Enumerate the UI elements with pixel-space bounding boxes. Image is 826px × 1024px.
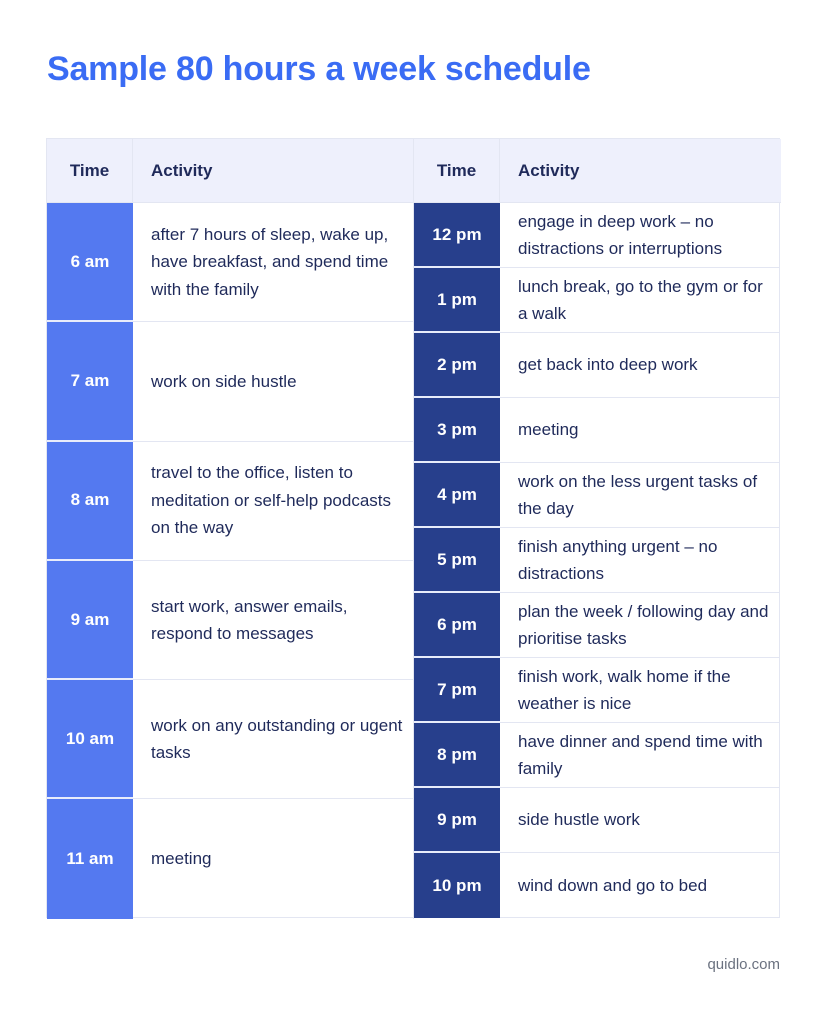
activity-cell: meeting xyxy=(500,398,780,463)
activity-cell: wind down and go to bed xyxy=(518,875,708,895)
table-row: 9 am start work, answer emails, respond t… xyxy=(47,560,414,681)
activity-cell: side hustle work xyxy=(500,788,780,853)
header-time: Time xyxy=(47,139,133,203)
table-row: 11 am meeting xyxy=(47,799,414,919)
activity-cell: meeting xyxy=(133,799,414,919)
activity-cell: travel to the office, listen to meditati… xyxy=(133,441,414,561)
time-cell: 8 pm xyxy=(414,723,500,788)
activity-cell: work on any outstanding or ugent tasks xyxy=(133,680,414,800)
activity-cell: work on side hustle xyxy=(133,322,414,442)
activity-cell: plan the week / following day and priori… xyxy=(500,593,780,658)
table-row: 10 am work on any outstanding or ugent ta… xyxy=(47,680,414,800)
table-row: 6 am after 7 hours of sleep, wake up, hav… xyxy=(47,203,414,323)
time-cell: 3 pm xyxy=(414,398,500,463)
header-activity: Activity xyxy=(133,139,414,203)
page-title: Sample 80 hours a week schedule xyxy=(47,50,591,88)
header-activity: Activity xyxy=(500,139,781,203)
table-row: 4 pm work on the less urgent tasks of the… xyxy=(414,463,780,528)
time-cell: 8 am xyxy=(47,441,133,561)
time-cell: 9 am xyxy=(47,560,133,681)
time-cell: 12 pm xyxy=(414,203,500,268)
activity-cell: after 7 hours of sleep, wake up, have br… xyxy=(133,203,414,323)
activity-cell: lunch break, go to the gym or for a walk xyxy=(500,268,780,333)
time-cell: 1 pm xyxy=(414,268,500,333)
time-cell: 9 pm xyxy=(414,788,500,853)
table-row: 3 pm meeting xyxy=(414,398,780,463)
footer-brand: quidlo.com xyxy=(707,956,780,973)
time-cell: 2 pm xyxy=(414,333,500,398)
header-time: Time xyxy=(414,139,500,203)
activity-cell: start work, answer emails, respond to me… xyxy=(133,560,414,681)
activity-cell: have dinner and spend time with family xyxy=(500,723,780,788)
time-cell: 6 pm xyxy=(414,593,500,658)
activity-cell: finish anything urgent – no distractions xyxy=(500,528,780,593)
table-row: 10 pm wind down and go to bed xyxy=(414,853,780,918)
table-row: 5 pm finish anything urgent – no distract… xyxy=(414,528,780,593)
time-cell: 5 pm xyxy=(414,528,500,593)
time-cell: 4 pm xyxy=(414,463,500,528)
schedule-table: Time Activity 6 am after 7 hours of sleep… xyxy=(46,138,781,919)
time-cell: 7 pm xyxy=(414,658,500,723)
time-cell: 7 am xyxy=(47,322,133,442)
time-cell: 11 am xyxy=(47,799,133,919)
table-row: 6 pm plan the week / following day and pr… xyxy=(414,593,780,658)
activity-cell: engage in deep work – no distractions or… xyxy=(500,203,780,268)
activity-cell: get back into deep work xyxy=(500,333,780,398)
table-row: 2 pm get back into deep work xyxy=(414,333,780,398)
table-row: 7 pm finish work, walk home if the weathe… xyxy=(414,658,780,723)
morning-rows: 6 am after 7 hours of sleep, wake up, hav… xyxy=(47,203,414,919)
table-row: 8 am travel to the office, listen to medi… xyxy=(47,441,414,561)
table-row: 8 pm have dinner and spend time with fami… xyxy=(414,723,780,788)
time-cell: 10 am xyxy=(47,680,133,800)
afternoon-rows: 12 pm engage in deep work – no distractio… xyxy=(414,203,780,918)
activity-cell: work on the less urgent tasks of the day xyxy=(500,463,780,528)
table-row: 7 am work on side hustle xyxy=(47,322,414,442)
table-row: 9 pm side hustle work xyxy=(414,788,780,853)
time-cell: 6 am xyxy=(47,203,133,323)
table-row: 12 pm engage in deep work – no distractio… xyxy=(414,203,780,268)
activity-cell: finish work, walk home if the weather is… xyxy=(500,658,780,723)
table-row: 1 pm lunch break, go to the gym or for a … xyxy=(414,268,780,333)
time-cell: 10 pm xyxy=(414,853,500,918)
